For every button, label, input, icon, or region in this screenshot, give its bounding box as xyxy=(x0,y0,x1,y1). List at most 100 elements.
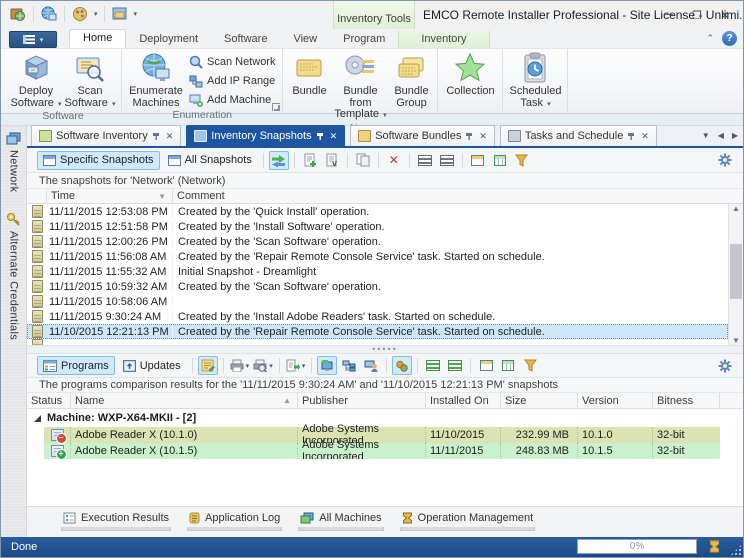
remote-install-icon[interactable] xyxy=(9,5,27,23)
column-header-comment[interactable]: Comment xyxy=(173,189,728,203)
column-chooser-button-2[interactable] xyxy=(498,356,518,375)
column-header-size[interactable]: Size xyxy=(501,393,578,408)
print-preview-button[interactable]: ▾ xyxy=(252,356,274,375)
tab-program[interactable]: Program xyxy=(330,31,398,48)
expand-group-icon[interactable] xyxy=(34,415,41,422)
bundle-button[interactable]: Bundle xyxy=(287,51,331,98)
dock-tab-application-log[interactable]: Application Log xyxy=(187,511,282,531)
theme-palette-icon[interactable] xyxy=(71,5,89,23)
column-header-name[interactable]: Name▲ xyxy=(71,393,298,408)
all-snapshots-button[interactable]: All Snapshots xyxy=(162,151,258,170)
delete-snapshot-button[interactable]: ✕ xyxy=(384,151,404,170)
column-chooser-button[interactable] xyxy=(490,151,510,170)
window-layout-icon[interactable] xyxy=(111,5,129,23)
expand-rows-button-2[interactable] xyxy=(445,356,465,375)
tab-inventory[interactable]: Inventory xyxy=(398,31,489,48)
scrollbar-thumb[interactable] xyxy=(730,244,742,299)
close-tab-icon[interactable]: ✕ xyxy=(479,131,487,142)
doc-tab-tasks-and-schedule[interactable]: Tasks and Schedule ✕ xyxy=(500,125,657,146)
copy-snapshot-button[interactable] xyxy=(353,151,373,170)
snapshot-row[interactable]: 11/11/2015 11:55:32 AM Initial Snapshot … xyxy=(27,264,728,279)
snapshot-row[interactable]: 11/11/2015 12:51:58 PM Created by the 'I… xyxy=(27,219,728,234)
column-header-time[interactable]: Time▼ xyxy=(47,189,173,203)
doc-tab-software-bundles[interactable]: Software Bundles ✕ xyxy=(350,125,495,146)
bundle-group-button[interactable]: Bundle Group xyxy=(389,51,433,109)
programs-settings-gear-icon[interactable] xyxy=(715,356,735,375)
machine-tree-button[interactable] xyxy=(339,356,359,375)
resize-grip[interactable] xyxy=(731,545,741,555)
card-view-button[interactable] xyxy=(468,151,488,170)
export-button[interactable]: ▾ xyxy=(285,356,307,375)
pane-splitter[interactable]: ••••• xyxy=(27,345,743,354)
snapshot-row[interactable]: 11/11/2015 10:58:06 AM xyxy=(27,294,728,309)
snapshot-row[interactable]: 11/11/2015 12:00:26 PM Created by the 'S… xyxy=(27,234,728,249)
collection-button[interactable]: Collection xyxy=(442,51,498,98)
add-ip-range-button[interactable]: Add IP Range xyxy=(186,73,278,89)
pin-icon[interactable] xyxy=(465,132,473,141)
enumeration-dialog-launcher[interactable] xyxy=(272,103,280,111)
dock-tab-execution-results[interactable]: Execution Results xyxy=(61,511,171,531)
close-tab-icon[interactable]: ✕ xyxy=(166,131,174,142)
tab-software[interactable]: Software xyxy=(211,31,280,48)
group-panel-button-2[interactable] xyxy=(423,356,443,375)
dock-tab-all-machines[interactable]: All Machines xyxy=(298,511,383,531)
add-machine-button[interactable]: Add Machine xyxy=(186,92,278,108)
tab-home[interactable]: Home xyxy=(69,29,126,48)
compare-snapshots-button[interactable] xyxy=(269,151,289,170)
column-header-publisher[interactable]: Publisher xyxy=(298,393,426,408)
scan-software-button[interactable]: Scan Software ▾ xyxy=(63,51,117,110)
pin-icon[interactable] xyxy=(152,132,160,141)
scheduled-task-button[interactable]: Scheduled Task ▾ xyxy=(507,51,563,110)
help-button[interactable]: ? xyxy=(722,31,737,46)
network-scan-icon[interactable] xyxy=(40,5,58,23)
scroll-up-icon[interactable]: ▲ xyxy=(732,204,740,213)
create-snapshot-button[interactable] xyxy=(300,151,320,170)
expand-rows-button[interactable] xyxy=(437,151,457,170)
qat-overflow-caret[interactable]: ▾ xyxy=(134,10,138,18)
maximize-button[interactable]: ❐ xyxy=(683,5,711,25)
column-header-bitness[interactable]: Bitness xyxy=(653,393,720,408)
close-tab-icon[interactable]: ✕ xyxy=(641,131,649,142)
scroll-down-icon[interactable]: ▼ xyxy=(732,336,740,345)
filter-button[interactable] xyxy=(512,151,532,170)
programs-tab-button[interactable]: Programs xyxy=(37,356,115,375)
snapshot-row[interactable]: 11/11/2015 9:30:24 AM Created by the 'In… xyxy=(27,309,728,324)
pin-icon[interactable] xyxy=(627,132,635,141)
print-button[interactable]: ▾ xyxy=(229,356,251,375)
column-header-status[interactable]: Status xyxy=(27,393,71,408)
machine-user-button[interactable] xyxy=(361,356,381,375)
collapse-ribbon-icon[interactable]: ⌃ xyxy=(706,33,714,44)
snapshot-row[interactable]: 11/11/2015 12:53:08 PM Created by the 'Q… xyxy=(27,204,728,219)
group-panel-button[interactable] xyxy=(415,151,435,170)
minimize-button[interactable]: ─ xyxy=(655,5,683,25)
scroll-tabs-right-icon[interactable]: ▶ xyxy=(732,131,738,140)
column-header-installed-on[interactable]: Installed On xyxy=(426,393,501,408)
edit-snapshot-button[interactable]: v xyxy=(322,151,342,170)
app-menu-button[interactable]: ▾ xyxy=(9,31,57,48)
enumerate-machines-button[interactable]: Enumerate Machines xyxy=(126,51,186,109)
pin-icon[interactable] xyxy=(316,132,324,141)
tab-list-dropdown-icon[interactable]: ▼ xyxy=(702,131,710,140)
sidebar-item-network[interactable]: Network xyxy=(1,126,26,192)
deploy-software-button[interactable]: Deploy Software ▾ xyxy=(9,51,63,110)
card-view-button-2[interactable] xyxy=(476,356,496,375)
program-row[interactable]: Adobe Reader X (10.1.5) Adobe Systems In… xyxy=(27,443,743,459)
filter-button-2[interactable] xyxy=(520,356,540,375)
snapshot-row[interactable]: 11/11/2015 11:56:08 AM Created by the 'R… xyxy=(27,249,728,264)
tab-view[interactable]: View xyxy=(280,31,330,48)
comparison-mode-button[interactable] xyxy=(392,356,412,375)
close-button[interactable]: ✕ xyxy=(711,5,739,25)
doc-tab-software-inventory[interactable]: Software Inventory ✕ xyxy=(31,125,181,146)
doc-tab-inventory-snapshots[interactable]: Inventory Snapshots ✕ xyxy=(186,125,345,146)
scroll-tabs-left-icon[interactable]: ◀ xyxy=(718,131,724,140)
snapshot-row[interactable]: 11/10/2015 12:21:13 PM Created by the 'R… xyxy=(27,324,728,339)
specific-snapshots-button[interactable]: Specific Snapshots xyxy=(37,151,160,170)
close-tab-icon[interactable]: ✕ xyxy=(330,131,338,142)
snapshot-row-partial[interactable] xyxy=(27,339,743,345)
bundle-from-template-button[interactable]: Bundle from Template ▾ xyxy=(331,51,389,122)
column-header-version[interactable]: Version xyxy=(578,393,653,408)
vertical-scrollbar[interactable]: ▲ ▼ xyxy=(728,204,743,345)
sidebar-item-alternate-credentials[interactable]: Alternate Credentials xyxy=(1,206,26,340)
snapshots-settings-gear-icon[interactable] xyxy=(715,151,735,170)
theme-dropdown-caret[interactable]: ▾ xyxy=(94,10,98,18)
